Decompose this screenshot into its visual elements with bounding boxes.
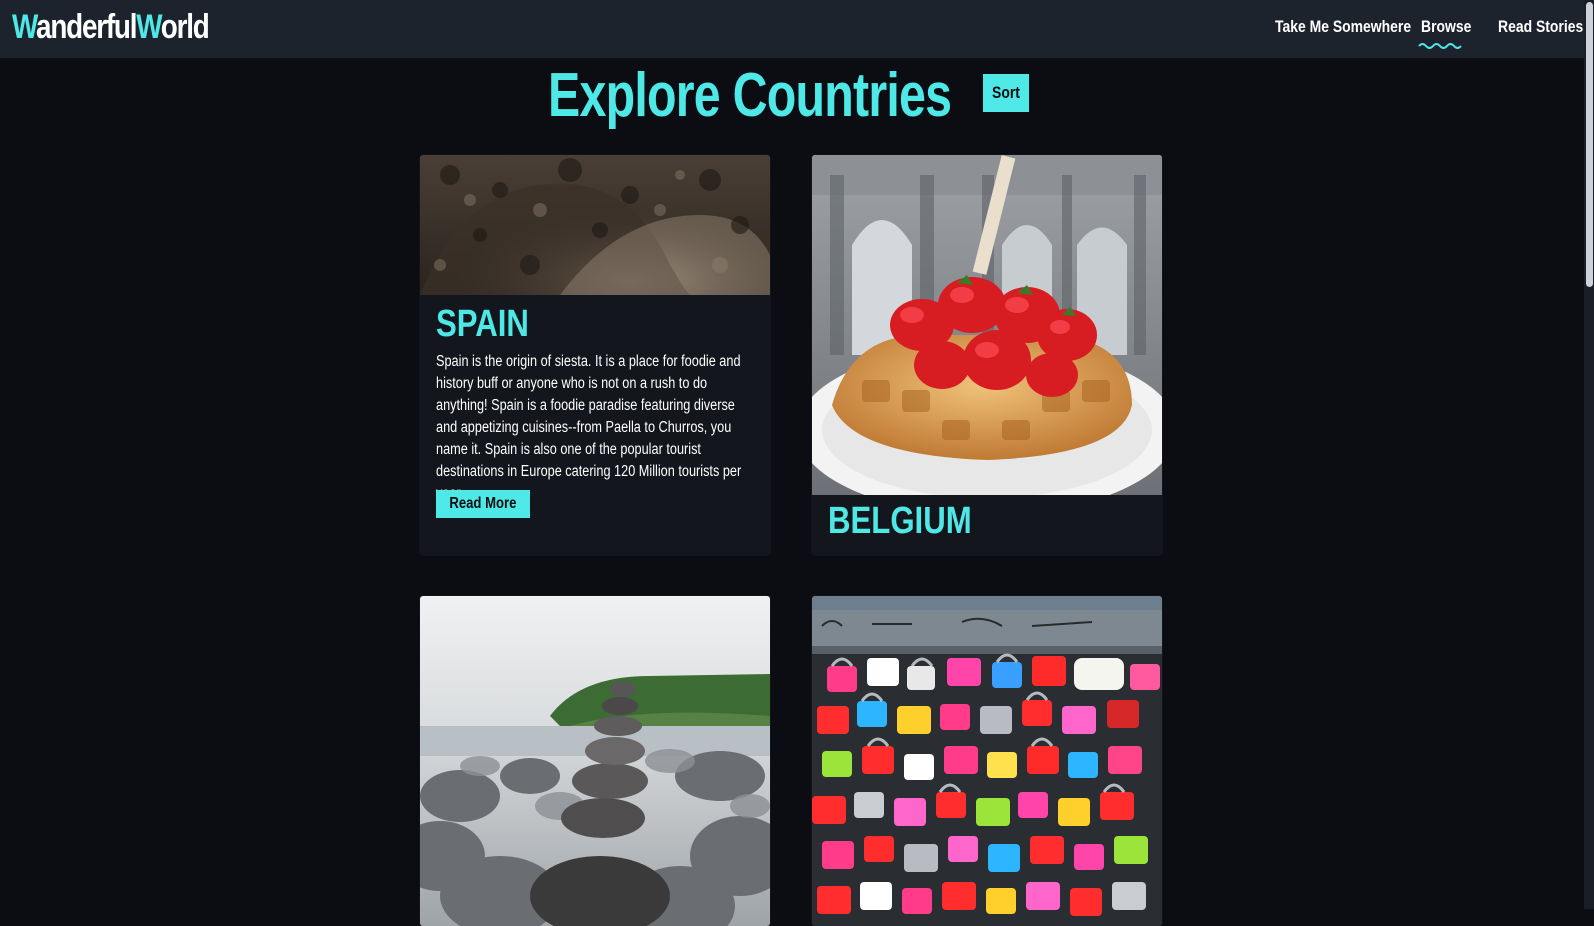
brand-text-2: orld [160, 8, 210, 46]
read-more-button[interactable]: Read More [436, 490, 530, 518]
card-title: SPAIN [436, 303, 529, 345]
brand-text-1: anderful [36, 8, 137, 46]
spain-image [420, 155, 770, 295]
sort-button-label: Sort [992, 83, 1020, 102]
page-scrollbar[interactable] [1584, 0, 1594, 909]
nav-read-stories[interactable]: Read Stories [1498, 17, 1583, 37]
brand-letter-w1: W [12, 8, 37, 46]
nav-browse[interactable]: Browse [1421, 17, 1471, 37]
active-tab-underline [1418, 43, 1462, 49]
scrollbar-thumb[interactable] [1586, 2, 1593, 287]
country-card-4 [812, 596, 1162, 926]
sort-button[interactable]: Sort [983, 74, 1029, 112]
country-card-belgium: BELGIUM [812, 155, 1162, 555]
country-card-3 [420, 596, 770, 926]
love-locks-image [812, 596, 1162, 926]
card-description: Spain is the origin of siesta. It is a p… [436, 353, 742, 502]
brand-letter-w2: W [136, 8, 162, 46]
card-title: BELGIUM [828, 500, 972, 542]
belgium-image [812, 155, 1162, 495]
country-card-spain: SPAIN Spain is the origin of siesta. It … [420, 155, 770, 555]
page-title: Explore Countries [548, 61, 952, 130]
nav-take-me-somewhere[interactable]: Take Me Somewhere [1275, 17, 1411, 37]
read-more-label: Read More [449, 495, 517, 512]
top-navbar: WanderfulWorld Take Me Somewhere Browse … [0, 0, 1584, 58]
brand-logo[interactable]: WanderfulWorld [12, 8, 210, 47]
stone-stack-image [420, 596, 770, 926]
